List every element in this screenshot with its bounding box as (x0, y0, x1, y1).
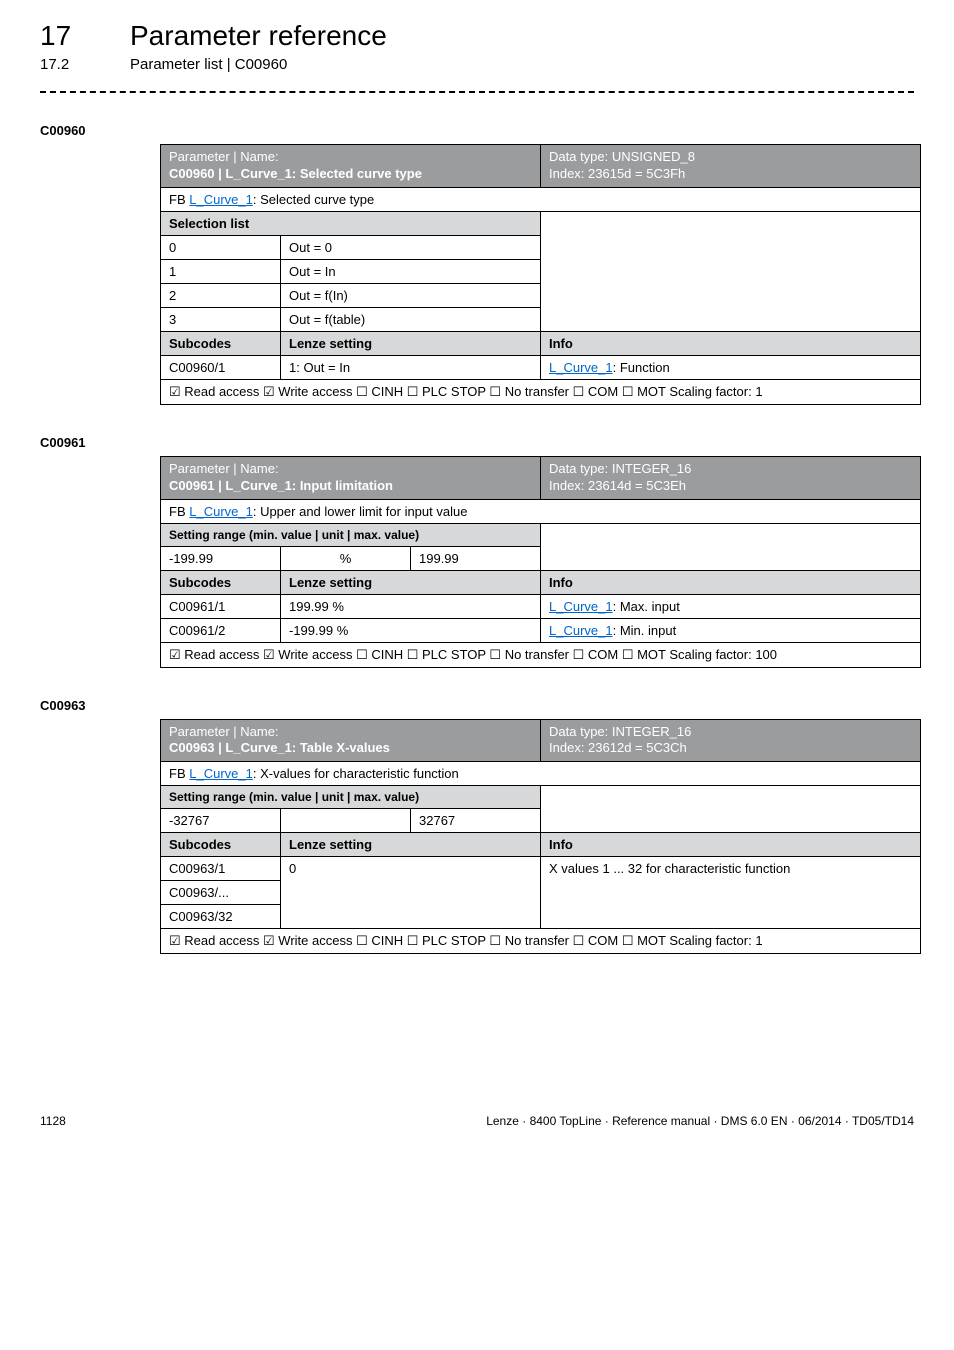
blank-right (541, 786, 921, 833)
title-cell: Parameter | Name: C00963 | L_Curve_1: Ta… (161, 719, 541, 762)
param-table-c00960: Parameter | Name: C00960 | L_Curve_1: Se… (160, 144, 921, 405)
param-code-heading: C00961 (40, 435, 914, 450)
page-number: 1128 (40, 1114, 66, 1128)
blank-right (541, 211, 921, 331)
lenze-header: Lenze setting (281, 833, 541, 857)
section-number: 17.2 (40, 56, 130, 73)
fb-link[interactable]: L_Curve_1 (189, 766, 253, 781)
lenze-setting: 1: Out = In (281, 355, 541, 379)
sel-num: 2 (161, 283, 281, 307)
info-cell: L_Curve_1: Min. input (541, 618, 921, 642)
access-row: ☑ Read access ☑ Write access ☐ CINH ☐ PL… (161, 379, 921, 404)
param-code-heading: C00963 (40, 698, 914, 713)
subcode: C00963/32 (161, 905, 281, 929)
fb-row: FB L_Curve_1: Selected curve type (161, 187, 921, 211)
chapter-number: 17 (40, 20, 130, 52)
title-cell: Parameter | Name: C00961 | L_Curve_1: In… (161, 456, 541, 499)
title-cell: Parameter | Name: C00960 | L_Curve_1: Se… (161, 145, 541, 188)
lenze-header: Lenze setting (281, 331, 541, 355)
subcode: C00960/1 (161, 355, 281, 379)
unit-value (281, 809, 411, 833)
fb-row: FB L_Curve_1: Upper and lower limit for … (161, 499, 921, 523)
param-code-heading: C00960 (40, 123, 914, 138)
blank-right (541, 523, 921, 570)
unit-value: % (281, 546, 411, 570)
max-value: 199.99 (411, 546, 541, 570)
datatype-cell: Data type: INTEGER_16 Index: 23612d = 5C… (541, 719, 921, 762)
max-value: 32767 (411, 809, 541, 833)
lenze-setting: 0 (281, 857, 541, 929)
subcode: C00963/1 (161, 857, 281, 881)
sel-val: Out = f(table) (281, 307, 541, 331)
sel-num: 3 (161, 307, 281, 331)
lenze-header: Lenze setting (281, 570, 541, 594)
selection-list-header: Selection list (161, 211, 541, 235)
info-link[interactable]: L_Curve_1 (549, 360, 613, 375)
subcodes-header: Subcodes (161, 833, 281, 857)
subcode: C00961/1 (161, 594, 281, 618)
fb-row: FB L_Curve_1: X-values for characteristi… (161, 762, 921, 786)
param-table-c00961: Parameter | Name: C00961 | L_Curve_1: In… (160, 456, 921, 668)
info-link[interactable]: L_Curve_1 (549, 623, 613, 638)
datatype-cell: Data type: INTEGER_16 Index: 23614d = 5C… (541, 456, 921, 499)
sel-val: Out = In (281, 259, 541, 283)
sel-val: Out = f(In) (281, 283, 541, 307)
access-row: ☑ Read access ☑ Write access ☐ CINH ☐ PL… (161, 929, 921, 954)
setting-range-header: Setting range (min. value | unit | max. … (161, 786, 541, 809)
setting-range-header: Setting range (min. value | unit | max. … (161, 523, 541, 546)
subcodes-header: Subcodes (161, 331, 281, 355)
param-table-c00963: Parameter | Name: C00963 | L_Curve_1: Ta… (160, 719, 921, 955)
sel-num: 1 (161, 259, 281, 283)
info-cell: L_Curve_1: Max. input (541, 594, 921, 618)
info-cell: X values 1 ... 32 for characteristic fun… (541, 857, 921, 929)
info-header: Info (541, 331, 921, 355)
info-header: Info (541, 570, 921, 594)
fb-link[interactable]: L_Curve_1 (189, 504, 253, 519)
info-header: Info (541, 833, 921, 857)
fb-link[interactable]: L_Curve_1 (189, 192, 253, 207)
lenze-setting: 199.99 % (281, 594, 541, 618)
info-link[interactable]: L_Curve_1 (549, 599, 613, 614)
lenze-setting: -199.99 % (281, 618, 541, 642)
sel-num: 0 (161, 235, 281, 259)
subcode: C00961/2 (161, 618, 281, 642)
info-cell: L_Curve_1: Function (541, 355, 921, 379)
subcodes-header: Subcodes (161, 570, 281, 594)
footer-text: Lenze · 8400 TopLine · Reference manual … (486, 1114, 914, 1128)
subcode: C00963/... (161, 881, 281, 905)
chapter-title: Parameter reference (130, 20, 387, 52)
access-row: ☑ Read access ☑ Write access ☐ CINH ☐ PL… (161, 642, 921, 667)
min-value: -32767 (161, 809, 281, 833)
datatype-cell: Data type: UNSIGNED_8 Index: 23615d = 5C… (541, 145, 921, 188)
sel-val: Out = 0 (281, 235, 541, 259)
min-value: -199.99 (161, 546, 281, 570)
divider (40, 91, 914, 93)
section-title: Parameter list | C00960 (130, 56, 287, 73)
